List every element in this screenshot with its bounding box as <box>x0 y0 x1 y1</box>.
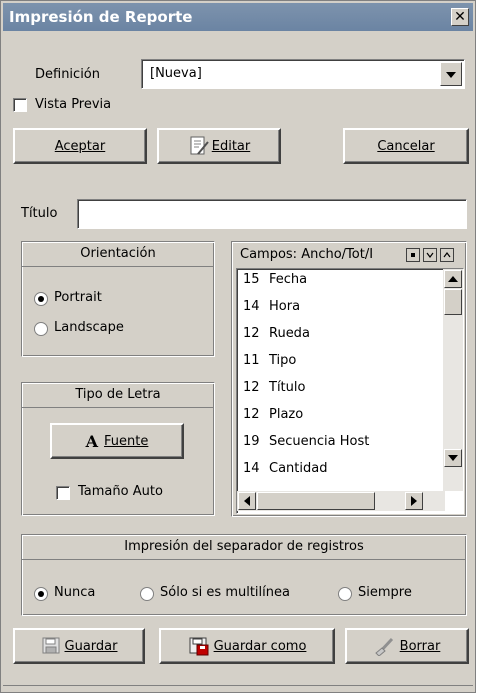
status-bar <box>3 685 473 695</box>
cancelar-button[interactable]: Cancelar <box>343 128 469 164</box>
orientacion-group: Orientación Portrait Landscape <box>21 241 215 357</box>
scroll-down-button[interactable] <box>444 449 462 467</box>
editar-label: Editar <box>211 138 251 154</box>
tipo-letra-title: Tipo de Letra <box>22 383 214 408</box>
guardar-label: Guardar <box>64 638 118 654</box>
orientacion-title: Orientación <box>22 242 214 267</box>
tamano-auto-label: Tamaño Auto <box>78 484 163 499</box>
solo-multilinea-label: Sólo si es multilínea <box>160 585 290 600</box>
eraser-icon <box>374 637 393 656</box>
nunca-radio[interactable] <box>34 587 48 601</box>
borrar-button[interactable]: Borrar <box>345 628 469 664</box>
scroll-left-button[interactable] <box>238 492 256 510</box>
campo-list-item[interactable]: 11 Tipo <box>243 353 296 368</box>
campo-name: Hora <box>269 299 301 314</box>
separador-title: Impresión del separador de registros <box>22 535 466 560</box>
cancelar-label: Cancelar <box>377 138 435 154</box>
campo-width: 12 <box>243 326 260 341</box>
tamano-auto-checkbox[interactable] <box>56 486 70 500</box>
campo-name: Plazo <box>269 407 304 422</box>
stop-icon[interactable] <box>406 248 420 262</box>
landscape-label: Landscape <box>54 320 124 335</box>
borrar-label: Borrar <box>399 638 441 654</box>
campo-width: 14 <box>243 299 260 314</box>
nunca-label: Nunca <box>54 585 96 600</box>
scroll-up-small-icon[interactable] <box>440 248 454 262</box>
definicion-label: Definición <box>35 67 100 82</box>
arrow-right-icon <box>411 496 417 506</box>
scroll-up-button[interactable] <box>444 270 462 288</box>
campo-list-item[interactable]: 12 Rueda <box>243 326 310 341</box>
close-button[interactable]: ✕ <box>451 8 469 26</box>
campo-width: 15 <box>243 272 260 287</box>
title-bar[interactable]: Impresión de Reporte ✕ <box>3 3 473 31</box>
campo-width: 12 <box>243 380 260 395</box>
h-scroll-thumb[interactable] <box>257 492 375 510</box>
save-as-icon <box>189 637 209 656</box>
vertical-scrollbar[interactable] <box>443 269 463 491</box>
definicion-select[interactable]: [Nueva] <box>141 59 465 89</box>
arrow-down-icon <box>448 455 458 461</box>
edit-document-icon <box>190 136 209 155</box>
aceptar-button[interactable]: Aceptar <box>13 128 147 164</box>
scroll-thumb[interactable] <box>444 289 462 315</box>
scroll-right-button[interactable] <box>405 492 423 510</box>
window-title: Impresión de Reporte <box>9 8 193 26</box>
tipo-letra-group: Tipo de Letra A Fuente Tamaño Auto <box>21 382 215 516</box>
chevron-down-icon <box>446 72 456 78</box>
guardar-como-label: Guardar como <box>213 638 307 654</box>
siempre-label: Siempre <box>358 585 412 600</box>
campo-name: Secuencia Host <box>269 434 370 449</box>
guardar-como-button[interactable]: Guardar como <box>159 628 335 664</box>
campo-width: 11 <box>243 353 260 368</box>
campos-header-controls <box>406 248 460 262</box>
campo-list-item[interactable]: 12 Plazo <box>243 407 303 422</box>
portrait-label: Portrait <box>54 290 102 305</box>
portrait-radio[interactable] <box>34 292 48 306</box>
campo-list-item[interactable]: 15 Fecha <box>243 272 307 287</box>
campo-list-item[interactable]: 14 Cantidad <box>243 461 327 476</box>
titulo-label: Título <box>21 206 58 221</box>
fuente-button[interactable]: A Fuente <box>50 423 184 459</box>
guardar-button[interactable]: Guardar <box>13 628 145 664</box>
campo-width: 19 <box>243 434 260 449</box>
campos-panel: Campos: Ancho/Tot/I 15 Fecha 14 Hora 12 Rueda… <box>231 241 467 517</box>
scroll-down-small-icon[interactable] <box>423 248 437 262</box>
campos-header: Campos: Ancho/Tot/I <box>240 247 374 262</box>
aceptar-label: Aceptar <box>54 138 106 154</box>
campo-name: Cantidad <box>269 461 328 476</box>
arrow-left-icon <box>244 496 250 506</box>
font-icon: A <box>85 431 99 451</box>
siempre-radio[interactable] <box>338 587 352 601</box>
horizontal-scrollbar[interactable] <box>237 491 445 511</box>
separador-group: Impresión del separador de registros Nun… <box>21 534 467 616</box>
dropdown-button[interactable] <box>440 62 462 86</box>
campo-name: Título <box>269 380 306 395</box>
report-print-dialog: Impresión de Reporte ✕ Definición [Nueva… <box>0 0 476 693</box>
campo-width: 14 <box>243 461 260 476</box>
titulo-input[interactable] <box>77 199 467 229</box>
definicion-value: [Nueva] <box>150 66 202 81</box>
solo-multilinea-radio[interactable] <box>140 587 154 601</box>
campo-name: Rueda <box>269 326 310 341</box>
campo-name: Fecha <box>269 272 308 287</box>
fuente-label: Fuente <box>104 433 149 449</box>
campo-list-item[interactable]: 19 Secuencia Host <box>243 434 369 449</box>
save-disk-icon <box>42 637 60 654</box>
landscape-radio[interactable] <box>34 322 48 336</box>
editar-button[interactable]: Editar <box>157 128 281 164</box>
vista-previa-checkbox[interactable] <box>13 98 27 112</box>
campo-list-item[interactable]: 14 Hora <box>243 299 300 314</box>
campos-list[interactable]: 15 Fecha 14 Hora 12 Rueda 11 Tipo 12 Título 12 Plaz… <box>236 268 464 514</box>
arrow-up-icon <box>448 276 458 282</box>
campo-width: 12 <box>243 407 260 422</box>
campo-name: Tipo <box>269 353 297 368</box>
campo-list-item[interactable]: 12 Título <box>243 380 305 395</box>
vista-previa-label: Vista Previa <box>35 97 112 112</box>
